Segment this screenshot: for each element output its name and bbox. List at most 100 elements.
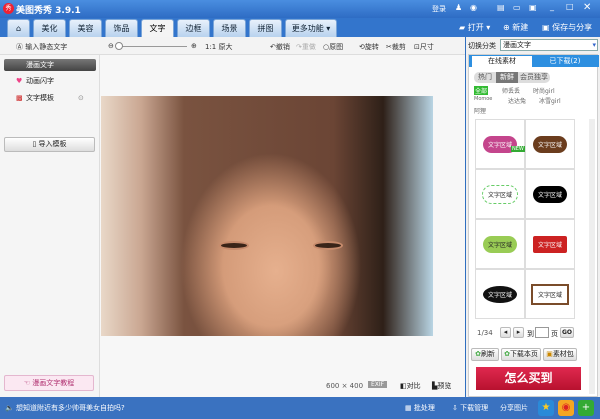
photo-eye — [219, 241, 249, 250]
canvas-area: 600 × 400 EXIF ◧对比 ▙预览 — [100, 55, 465, 397]
tab-text[interactable]: 文字 — [141, 19, 174, 37]
status-bar: 🔈 想知道附近有多少帅哥美女自拍吗? ▦ 批处理 ⇩ 下载管理 分享图片 — [0, 397, 600, 419]
share-picture-label: 分享图片 — [500, 404, 528, 412]
weibo-icon[interactable]: ◉ — [470, 3, 477, 12]
crop-button[interactable]: ✂裁剪 — [386, 42, 406, 52]
login-link[interactable]: 登录 — [432, 4, 446, 14]
tab-border[interactable]: 边框 — [177, 19, 210, 37]
tag[interactable]: 冰雪girl — [539, 96, 561, 105]
maximize-button[interactable]: □ — [566, 2, 574, 11]
exif-button[interactable]: EXIF — [368, 381, 388, 388]
save-share-button[interactable]: ▣ 保存与分享 — [542, 22, 592, 33]
tab-beautify[interactable]: 美化 — [33, 19, 66, 37]
feedback-icon[interactable]: ▭ — [513, 3, 521, 12]
sidebar-item-animated-text[interactable]: ♥ 动画闪字 — [4, 75, 96, 87]
more-share-icon[interactable]: + — [578, 400, 594, 416]
tab-online[interactable]: 在线素材 — [472, 56, 532, 67]
zoom-slider-handle[interactable] — [115, 42, 123, 50]
image-dimensions: 600 × 400 — [326, 382, 364, 390]
tag[interactable]: Momoe — [474, 96, 492, 102]
page-indicator: 1/34 — [477, 329, 493, 337]
batch-button[interactable]: ▦ 批处理 — [405, 403, 435, 413]
zoom-slider[interactable] — [117, 46, 187, 47]
tag[interactable]: 师丢丢 — [502, 86, 520, 95]
category-select[interactable]: 漫画文字 ▾ — [500, 39, 598, 51]
refresh-button[interactable]: ✿刷新 — [471, 348, 499, 361]
filter-vip[interactable]: 会员独享 — [518, 72, 550, 83]
skin-icon[interactable]: ▤ — [497, 3, 505, 12]
open-button[interactable]: ▰ 打开 ▾ — [459, 22, 490, 33]
toolbar: ⊖ ⊕ 1:1 原大 ↶撤销 ↷重做 ○原图 ⟲旋转 ✂裁剪 ⊡尺寸 Ⓐ 输入静… — [0, 37, 465, 55]
material-item[interactable]: 文字区域 — [475, 169, 525, 219]
tag[interactable]: 阿狸 — [474, 106, 486, 115]
download-page-button[interactable]: ✿下载本页 — [501, 348, 541, 361]
settings-icon[interactable]: ▣ — [529, 3, 537, 12]
minimize-button[interactable]: _ — [550, 2, 554, 11]
qzone-share-icon[interactable]: ★ — [538, 400, 554, 416]
photo-canvas[interactable] — [101, 96, 433, 336]
import-template-button[interactable]: ▯ 导入模板 — [4, 137, 95, 152]
package-button[interactable]: ▣素材包 — [543, 348, 577, 361]
static-text-button[interactable]: Ⓐ 输入静态文字 — [16, 42, 67, 52]
filter-hot[interactable]: 热门 — [474, 72, 496, 83]
tutorial-button[interactable]: ☜ 漫画文字教程 — [4, 375, 94, 391]
preview-button[interactable]: ▙预览 — [432, 381, 451, 391]
material-item[interactable]: 文字区域 — [475, 269, 525, 319]
ad-banner[interactable]: 怎么买到 — [476, 367, 581, 390]
weibo-share-icon[interactable]: ◉ — [558, 400, 574, 416]
home-icon: ⌂ — [15, 24, 22, 33]
tab-downloaded[interactable]: 已下载(2) — [535, 56, 595, 66]
filter-new[interactable]: 新鲜 — [496, 72, 518, 83]
new-button[interactable]: ⊕ 新建 — [503, 22, 528, 33]
left-panel: 漫画文字 ♥ 动画闪字 ▩ 文字模板 ⊙ ▯ 导入模板 ☜ 漫画文字教程 — [0, 55, 100, 397]
material-item[interactable]: 文字区域 — [525, 219, 575, 269]
chevron-down-icon: ▾ — [592, 41, 596, 49]
actual-size-button[interactable]: 1:1 原大 — [205, 42, 233, 52]
page-input[interactable] — [535, 327, 549, 338]
tab-collage[interactable]: 拼图 — [249, 19, 282, 37]
app-logo-icon: 秀 — [3, 3, 14, 14]
download-manager-button[interactable]: ⇩ 下载管理 — [452, 403, 488, 413]
main-tabs: ⌂ 美化 美容 饰品 文字 边框 场景 拼图 更多功能 ▾ ▰ 打开 ▾ ⊕ 新… — [0, 18, 600, 37]
tab-accessories[interactable]: 饰品 — [105, 19, 138, 37]
material-item[interactable]: 文字区域 — [475, 119, 525, 169]
rotate-button[interactable]: ⟲旋转 — [359, 42, 379, 52]
material-item[interactable]: 文字区域 — [475, 219, 525, 269]
qq-icon[interactable]: ♟ — [455, 3, 462, 12]
goto-label: 到 — [527, 330, 534, 338]
tag[interactable]: 时尚girl — [533, 86, 555, 95]
status-message[interactable]: 🔈 想知道附近有多少帅哥美女自拍吗? — [5, 403, 125, 413]
template-icon: ▩ — [16, 94, 23, 102]
material-item[interactable]: 文字区域 — [525, 169, 575, 219]
material-grid: 文字区域 文字区域 文字区域 文字区域 文字区域 文字区域 文字区域 文字区域 — [475, 119, 575, 319]
home-tab[interactable]: ⌂ — [7, 19, 30, 37]
material-item[interactable]: 文字区域 — [525, 269, 575, 319]
tab-beauty[interactable]: 美容 — [69, 19, 102, 37]
go-button[interactable]: GO — [560, 327, 574, 338]
tab-more[interactable]: 更多功能 ▾ — [285, 19, 337, 37]
compare-button[interactable]: ◧对比 — [400, 381, 421, 391]
zoom-out-icon[interactable]: ⊖ — [108, 42, 114, 50]
tag-all[interactable]: 全部 — [474, 86, 489, 95]
redo-button[interactable]: ↷重做 — [296, 42, 316, 52]
original-button[interactable]: ○原图 — [323, 42, 343, 52]
resize-button[interactable]: ⊡尺寸 — [414, 42, 434, 52]
tab-scene[interactable]: 场景 — [213, 19, 246, 37]
material-panel: 在线素材 已下载(2) 热门 新鲜 会员独享 全部 师丢丢 时尚girl Mom… — [468, 54, 599, 397]
next-page-button[interactable]: ▸ — [513, 327, 524, 338]
new-badge: NEW — [511, 146, 525, 152]
right-panel: 切换分类 漫画文字 ▾ 在线素材 已下载(2) 热门 新鲜 会员独享 全部 师丢丢… — [466, 37, 600, 397]
zoom-in-icon[interactable]: ⊕ — [191, 42, 197, 50]
app-title: 美图秀秀 3.9.1 — [16, 6, 81, 16]
sidebar-item-text-template[interactable]: ▩ 文字模板 ⊙ — [4, 92, 96, 104]
close-button[interactable]: ✕ — [583, 2, 591, 13]
expand-icon[interactable]: ⊙ — [78, 92, 84, 104]
prev-page-button[interactable]: ◂ — [500, 327, 511, 338]
material-item[interactable]: 文字区域 — [525, 119, 575, 169]
tag[interactable]: 达达兔 — [508, 96, 526, 105]
page-unit: 页 — [551, 330, 558, 338]
sidebar-item-comic-text[interactable]: 漫画文字 — [4, 59, 96, 71]
scrollbar[interactable] — [589, 119, 595, 394]
photo-eye — [313, 241, 343, 250]
undo-button[interactable]: ↶撤销 — [270, 42, 290, 52]
